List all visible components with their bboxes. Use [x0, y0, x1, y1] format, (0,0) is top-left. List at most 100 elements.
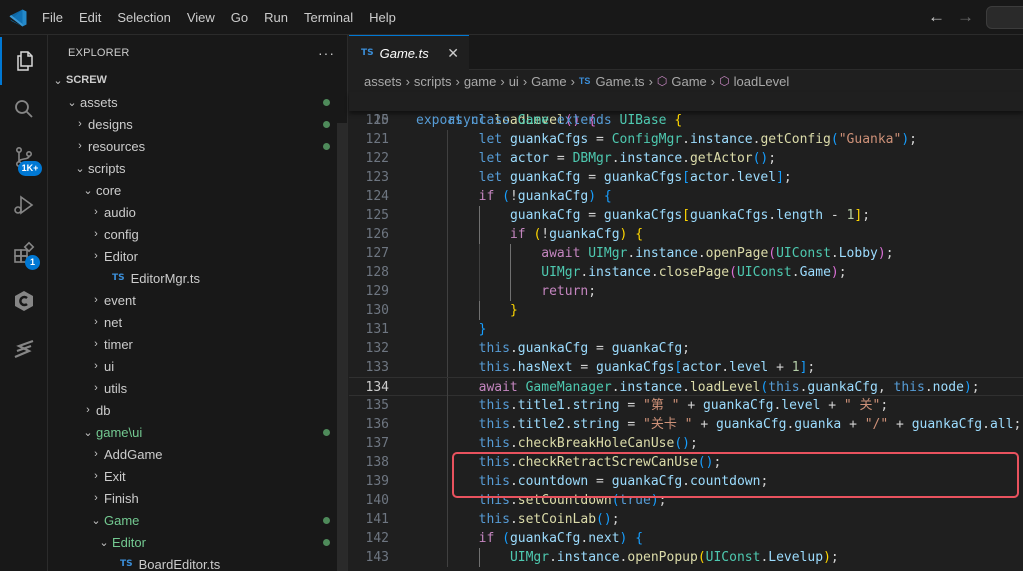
- menu-go[interactable]: Go: [223, 0, 256, 35]
- code-line[interactable]: 132 this.guankaCfg = guankaCfg;: [349, 339, 1023, 358]
- code-text: guankaCfg = guankaCfgs[guankaCfgs.length…: [509, 208, 871, 223]
- extensions-activity[interactable]: 1: [0, 229, 48, 277]
- run-debug-activity[interactable]: [0, 181, 48, 229]
- file-item[interactable]: TS EditorMgr.ts: [48, 267, 347, 289]
- folder-item[interactable]: › ui: [48, 355, 347, 377]
- folder-item[interactable]: › net: [48, 311, 347, 333]
- tree-item-label: Exit: [104, 468, 126, 484]
- code-line[interactable]: 125 guankaCfg = guankaCfgs[guankaCfgs.len…: [349, 206, 1023, 225]
- code-line[interactable]: 121let guankaCfgs = ConfigMgr.instance.g…: [349, 130, 1023, 149]
- code-line[interactable]: 142 if (guankaCfg.next) {: [349, 529, 1023, 548]
- folder-item[interactable]: › db: [48, 399, 347, 421]
- breadcrumb-class[interactable]: Game: [671, 74, 706, 89]
- code-line[interactable]: 122 let actor = DBMgr.instance.getActor()…: [349, 149, 1023, 168]
- code-editor[interactable]: 15export class Game extends UIBase { 120…: [349, 92, 1023, 571]
- breadcrumb-file[interactable]: Game.ts: [595, 74, 644, 89]
- indent-guide: [509, 263, 511, 282]
- close-tab-icon[interactable]: ✕: [447, 45, 459, 62]
- explorer-activity[interactable]: [0, 37, 48, 85]
- code-text: await GameManager.instance.loadLevel(thi…: [478, 380, 980, 395]
- chevron-down-icon: ⌄: [83, 426, 93, 439]
- search-activity[interactable]: [0, 85, 48, 133]
- back-arrow-icon[interactable]: ←: [928, 8, 945, 26]
- more-actions-icon[interactable]: ···: [318, 45, 335, 61]
- tab-game-ts[interactable]: TS Game.ts ✕: [349, 35, 469, 70]
- folder-item[interactable]: ⌄ Editor: [48, 531, 347, 553]
- line-number: 124: [365, 189, 389, 204]
- source-control-activity[interactable]: 1K+: [0, 133, 48, 181]
- indent-guide: [478, 225, 480, 244]
- folder-item[interactable]: › Finish: [48, 487, 347, 509]
- code-line[interactable]: 129 return;: [349, 282, 1023, 301]
- folder-item[interactable]: ⌄ scripts: [48, 157, 347, 179]
- menu-help[interactable]: Help: [361, 0, 404, 35]
- menu-view[interactable]: View: [179, 0, 223, 35]
- folder-item[interactable]: › Exit: [48, 465, 347, 487]
- cocos-activity[interactable]: [0, 277, 48, 325]
- code-line[interactable]: 136 this.title2.string = "关卡 " + guankaCf…: [349, 415, 1023, 434]
- indent-guide: [447, 491, 449, 510]
- folder-item[interactable]: › resources: [48, 135, 347, 157]
- code-line[interactable]: 126 if (!guankaCfg) {: [349, 225, 1023, 244]
- folder-item[interactable]: › designs: [48, 113, 347, 135]
- folder-item[interactable]: › audio: [48, 201, 347, 223]
- remote-activity[interactable]: [0, 325, 48, 373]
- project-section-header[interactable]: ⌄ SCREW: [48, 69, 347, 91]
- indent-guide: [478, 301, 480, 320]
- folder-item[interactable]: ⌄ assets: [48, 91, 347, 113]
- chevron-right-icon: ›: [94, 228, 98, 240]
- method-symbol-icon: ⬡: [719, 74, 730, 88]
- code-line[interactable]: 135 this.title1.string = "第 " + guankaCfg…: [349, 396, 1023, 415]
- sidebar-scrollbar[interactable]: [337, 123, 347, 571]
- sticky-scroll-line[interactable]: 15 export class Game extends UIBase {: [349, 92, 1023, 128]
- folder-item[interactable]: › AddGame: [48, 443, 347, 465]
- line-number: 131: [365, 322, 389, 337]
- folder-item[interactable]: ⌄ game\ui: [48, 421, 347, 443]
- code-line[interactable]: 143 UIMgr.instance.openPopup(UIConst.Leve…: [349, 548, 1023, 567]
- tree-item-label: EditorMgr.ts: [130, 270, 200, 286]
- folder-item[interactable]: › utils: [48, 377, 347, 399]
- folder-item[interactable]: ⌄ Game: [48, 509, 347, 531]
- code-line[interactable]: 141 this.setCoinLab();: [349, 510, 1023, 529]
- folder-item[interactable]: ⌄ core: [48, 179, 347, 201]
- tree-item-label: net: [104, 314, 123, 330]
- code-line[interactable]: 137 this.checkBreakHoleCanUse();: [349, 434, 1023, 453]
- breadcrumb-method[interactable]: loadLevel: [734, 74, 790, 89]
- breadcrumb-item[interactable]: Game: [531, 74, 566, 89]
- folder-item[interactable]: › timer: [48, 333, 347, 355]
- breadcrumb-item[interactable]: assets: [364, 74, 402, 89]
- indent-guide: [447, 187, 449, 206]
- folder-item[interactable]: › event: [48, 289, 347, 311]
- code-line[interactable]: 124 if (!guankaCfg) {: [349, 187, 1023, 206]
- indent-guide: [509, 244, 511, 263]
- code-text: this.title1.string = "第 " + guankaCfg.le…: [478, 398, 889, 413]
- code-line[interactable]: 127 await UIMgr.instance.openPage(UIConst…: [349, 244, 1023, 263]
- breadcrumb-item[interactable]: ui: [509, 74, 519, 89]
- tree-item-label: utils: [104, 380, 128, 396]
- command-center-search[interactable]: [986, 6, 1023, 29]
- folder-item[interactable]: › config: [48, 223, 347, 245]
- code-line[interactable]: 133 this.hasNext = guankaCfgs[actor.level…: [349, 358, 1023, 377]
- code-line[interactable]: 131}: [349, 320, 1023, 339]
- indent-guide: [447, 206, 449, 225]
- code-line[interactable]: 130}: [349, 301, 1023, 320]
- line-number: 130: [365, 303, 389, 318]
- code-line[interactable]: 123 let guankaCfg = guankaCfgs[actor.leve…: [349, 168, 1023, 187]
- forward-arrow-icon[interactable]: →: [957, 8, 974, 26]
- tree-item-label: Editor: [112, 534, 146, 550]
- menu-selection[interactable]: Selection: [109, 0, 178, 35]
- indent-guide: [447, 378, 449, 397]
- indent-guide: [478, 206, 480, 225]
- breadcrumb-item[interactable]: game: [464, 74, 497, 89]
- menu-edit[interactable]: Edit: [71, 0, 109, 35]
- menu-terminal[interactable]: Terminal: [296, 0, 361, 35]
- cocos-extension-icon: [15, 291, 33, 311]
- chevron-down-icon: ⌄: [67, 96, 77, 109]
- code-line[interactable]: 134 await GameManager.instance.loadLevel(…: [349, 377, 1023, 397]
- code-line[interactable]: 128 UIMgr.instance.closePage(UIConst.Game…: [349, 263, 1023, 282]
- breadcrumb-item[interactable]: scripts: [414, 74, 452, 89]
- menu-run[interactable]: Run: [256, 0, 296, 35]
- folder-item[interactable]: › Editor: [48, 245, 347, 267]
- menu-file[interactable]: File: [34, 0, 71, 35]
- file-item[interactable]: TS BoardEditor.ts: [48, 553, 347, 571]
